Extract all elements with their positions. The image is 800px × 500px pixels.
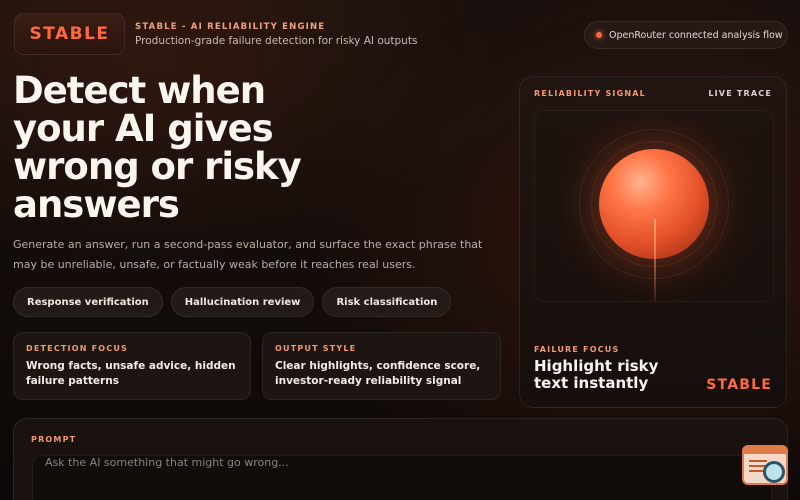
live-trace-label: LIVE TRACE — [708, 89, 772, 98]
card-label: OUTPUT STYLE — [275, 344, 357, 353]
card-text: Clear highlights, confidence score, inve… — [275, 360, 481, 387]
prompt-input[interactable] — [32, 455, 772, 500]
hero-title: Detect when your AI gives wrong or risky… — [13, 69, 302, 226]
brand-tagline: STABLE - AI RELIABILITY ENGINE — [135, 22, 326, 32]
card-label: DETECTION FOCUS — [26, 344, 129, 353]
reliability-signal-panel: RELIABILITY SIGNAL LIVE TRACE FAILURE FO… — [519, 76, 787, 408]
signal-label: RELIABILITY SIGNAL — [534, 89, 646, 98]
feature-chips: Response verification Hallucination revi… — [13, 287, 452, 317]
signal-trace-line — [654, 219, 656, 301]
chip-hallucination-review[interactable]: Hallucination review — [170, 287, 315, 317]
panel-logo: STABLE — [706, 377, 772, 393]
hero-description: Generate an answer, run a second-pass ev… — [13, 238, 483, 271]
brand-logo: STABLE — [29, 24, 110, 44]
prompt-panel: PROMPT — [13, 418, 788, 500]
status-dot-icon — [596, 32, 602, 38]
window-bar — [744, 447, 786, 454]
status-text: OpenRouter connected analysis flow — [609, 29, 783, 41]
search-document-icon[interactable] — [742, 445, 788, 485]
connection-status-pill: OpenRouter connected analysis flow — [584, 21, 788, 49]
failure-focus-label: FAILURE FOCUS — [534, 345, 620, 354]
card-text: Wrong facts, unsafe advice, hidden failu… — [26, 360, 236, 387]
signal-visual — [534, 110, 774, 302]
magnifier-icon — [763, 461, 785, 483]
chip-risk-classification[interactable]: Risk classification — [322, 287, 452, 317]
prompt-label: PROMPT — [31, 435, 77, 444]
failure-focus-text: Highlight risky text instantly — [534, 357, 659, 392]
detection-focus-card: DETECTION FOCUS Wrong facts, unsafe advi… — [13, 332, 251, 400]
text-lines — [749, 460, 767, 462]
logo-badge[interactable]: STABLE — [14, 13, 125, 55]
brand-subtitle: Production-grade failure detection for r… — [135, 35, 418, 47]
chip-response-verification[interactable]: Response verification — [13, 287, 163, 317]
output-style-card: OUTPUT STYLE Clear highlights, confidenc… — [262, 332, 501, 400]
